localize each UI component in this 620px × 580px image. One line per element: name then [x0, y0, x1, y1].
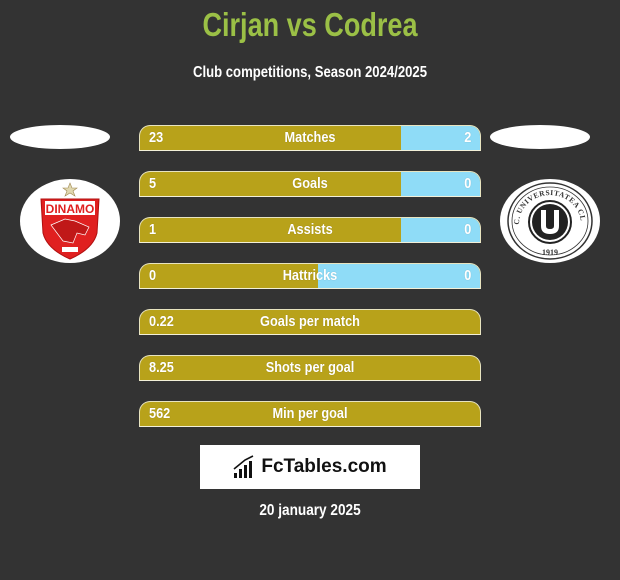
universitatea-cluj-crest-icon: F.C. UNIVERSITATEA CLUJ 1919 — [505, 180, 593, 260]
stat-row-goals: 5 Goals 0 — [139, 171, 481, 197]
stat-label: Matches — [284, 129, 336, 146]
founded-year: 1919 — [542, 248, 558, 257]
right-player-placeholder — [490, 125, 590, 149]
stat-row-shots-per-goal: 8.25 Shots per goal — [139, 355, 481, 381]
right-value: 2 — [463, 129, 471, 146]
page-title: Cirjan vs Codrea — [202, 6, 418, 43]
right-value: 0 — [463, 175, 471, 192]
stat-label: Shots per goal — [265, 359, 355, 376]
stat-row-hattricks: 0 Hattricks 0 — [139, 263, 481, 289]
right-value: 0 — [463, 221, 471, 238]
right-value: 0 — [463, 267, 471, 284]
brand-name: FcTables.com — [261, 456, 387, 477]
left-player-placeholder — [10, 125, 110, 149]
date-label: 20 january 2025 — [259, 502, 361, 519]
fctables-logo[interactable]: FcTables.com — [200, 445, 420, 489]
stat-label: Assists — [287, 221, 333, 238]
left-value: 1 — [149, 221, 157, 238]
stat-row-min-per-goal: 562 Min per goal — [139, 401, 481, 427]
left-value: 0 — [149, 267, 157, 284]
left-team-logo[interactable]: DINAMO — [20, 179, 120, 263]
stat-label: Min per goal — [272, 405, 348, 422]
stat-row-goals-per-match: 0.22 Goals per match — [139, 309, 481, 335]
right-team-logo[interactable]: F.C. UNIVERSITATEA CLUJ 1919 — [500, 179, 600, 263]
left-value: 5 — [149, 175, 157, 192]
stat-row-assists: 1 Assists 0 — [139, 217, 481, 243]
page-subtitle: Club competitions, Season 2024/2025 — [192, 64, 428, 81]
stat-label: Hattricks — [282, 267, 338, 284]
stat-row-matches: 23 Matches 2 — [139, 125, 481, 151]
dinamo-crest-icon: DINAMO — [40, 182, 100, 260]
left-value: 23 — [149, 129, 164, 146]
stat-label: Goals per match — [260, 313, 360, 330]
dinamo-logo-text: DINAMO — [46, 202, 95, 216]
bar-chart-icon — [233, 455, 254, 478]
stat-label: Goals — [292, 175, 328, 192]
